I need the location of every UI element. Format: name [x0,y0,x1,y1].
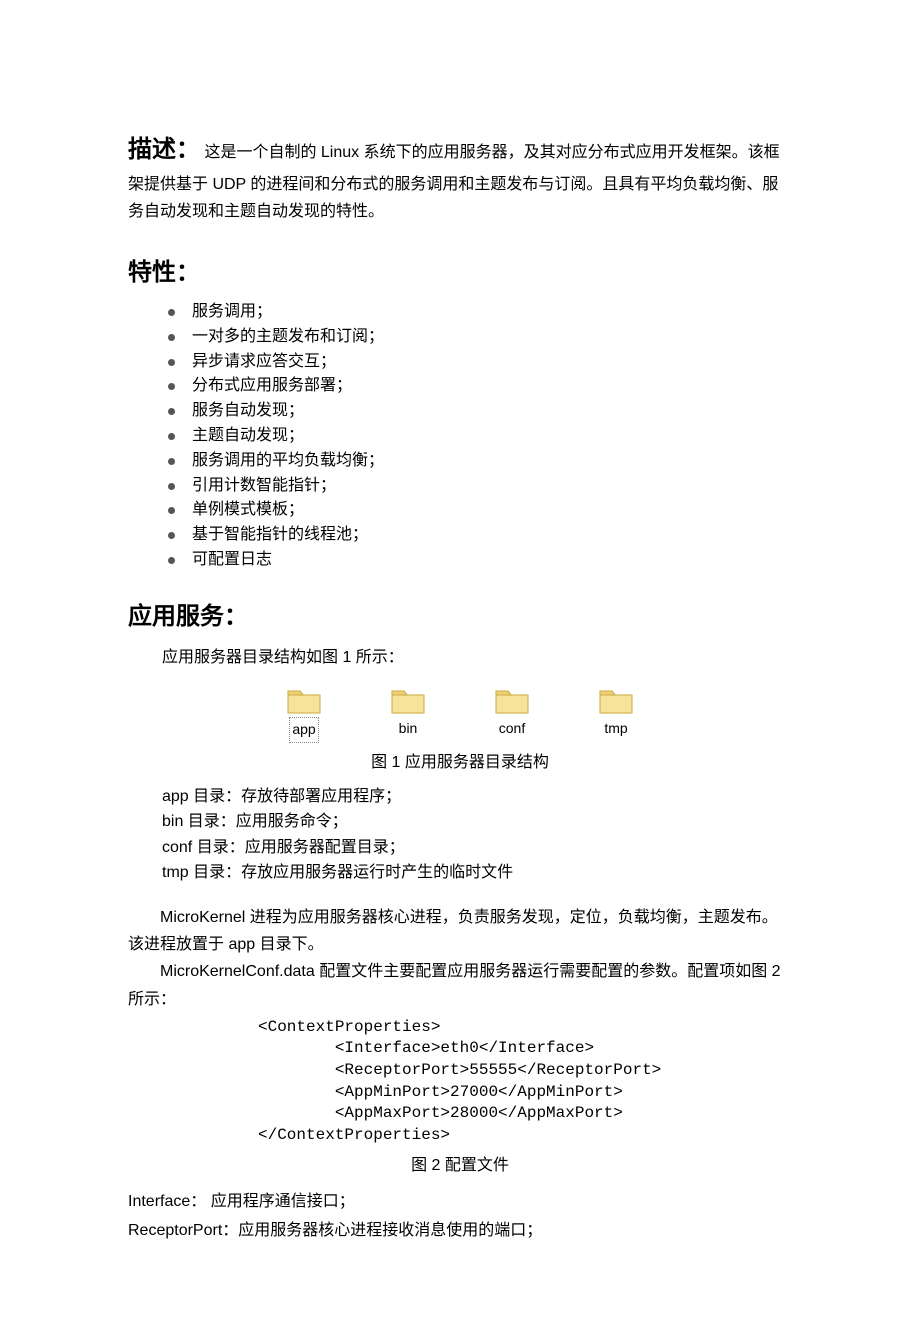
appservice-heading: 应用服务： [128,597,792,638]
folder-conf: conf [487,685,537,743]
def-receptorport: ReceptorPort：应用服务器核心进程接收消息使用的端口； [128,1217,792,1244]
folder-app: app [279,685,329,743]
folder-tmp: tmp [591,685,641,743]
def-interface: Interface： 应用程序通信接口； [128,1188,792,1215]
document-page: 描述： 这是一个自制的 Linux 系统下的应用服务器，及其对应分布式应用开发框… [0,0,920,1324]
para1-text: MicroKernel 进程为应用服务器核心进程，负责服务发现，定位，负载均衡，… [128,909,778,953]
para2-text: MicroKernelConf.data 配置文件主要配置应用服务器运行需要配置… [128,963,781,1007]
folder-icon [390,685,426,715]
folder-label: conf [499,717,525,741]
folder-icon [494,685,530,715]
folder-icon [286,685,322,715]
list-item: 服务调用； [164,300,792,325]
dir-desc-line: conf 目录：应用服务器配置目录； [162,835,792,861]
list-item: 主题自动发现； [164,424,792,449]
microkernelconf-paragraph: MicroKernelConf.data 配置文件主要配置应用服务器运行需要配置… [128,958,792,1012]
folder-bin: bin [383,685,433,743]
folder-row: app bin conf [128,685,792,743]
description-label: 描述： [128,137,200,163]
list-item: 服务自动发现； [164,399,792,424]
list-item: 基于智能指针的线程池； [164,523,792,548]
figure-2-caption: 图 2 配置文件 [128,1152,792,1179]
folder-label: bin [399,717,418,741]
appservice-intro: 应用服务器目录结构如图 1 所示： [162,644,792,671]
dir-desc-line: tmp 目录：存放应用服务器运行时产生的临时文件 [162,860,792,886]
figure-1-caption: 图 1 应用服务器目录结构 [128,749,792,776]
description-text: 这是一个自制的 Linux 系统下的应用服务器，及其对应分布式应用开发框架。该框… [128,144,780,220]
features-list: 服务调用； 一对多的主题发布和订阅； 异步请求应答交互； 分布式应用服务部署； … [164,300,792,573]
microkernel-paragraph: MicroKernel 进程为应用服务器核心进程，负责服务发现，定位，负载均衡，… [128,904,792,958]
list-item: 异步请求应答交互； [164,350,792,375]
xml-config-block: <ContextProperties> <Interface>eth0</Int… [258,1017,792,1147]
folder-label: app [289,717,318,743]
list-item: 引用计数智能指针； [164,474,792,499]
dir-desc-line: bin 目录：应用服务命令； [162,809,792,835]
list-item: 可配置日志 [164,548,792,573]
dir-desc-line: app 目录：存放待部署应用程序； [162,784,792,810]
folder-icon [598,685,634,715]
description-block: 描述： 这是一个自制的 Linux 系统下的应用服务器，及其对应分布式应用开发框… [128,130,792,225]
list-item: 一对多的主题发布和订阅； [164,325,792,350]
list-item: 分布式应用服务部署； [164,374,792,399]
features-heading: 特性： [128,253,792,294]
list-item: 单例模式模板； [164,498,792,523]
folder-label: tmp [604,717,627,741]
list-item: 服务调用的平均负载均衡； [164,449,792,474]
directory-descriptions: app 目录：存放待部署应用程序； bin 目录：应用服务命令； conf 目录… [162,784,792,886]
